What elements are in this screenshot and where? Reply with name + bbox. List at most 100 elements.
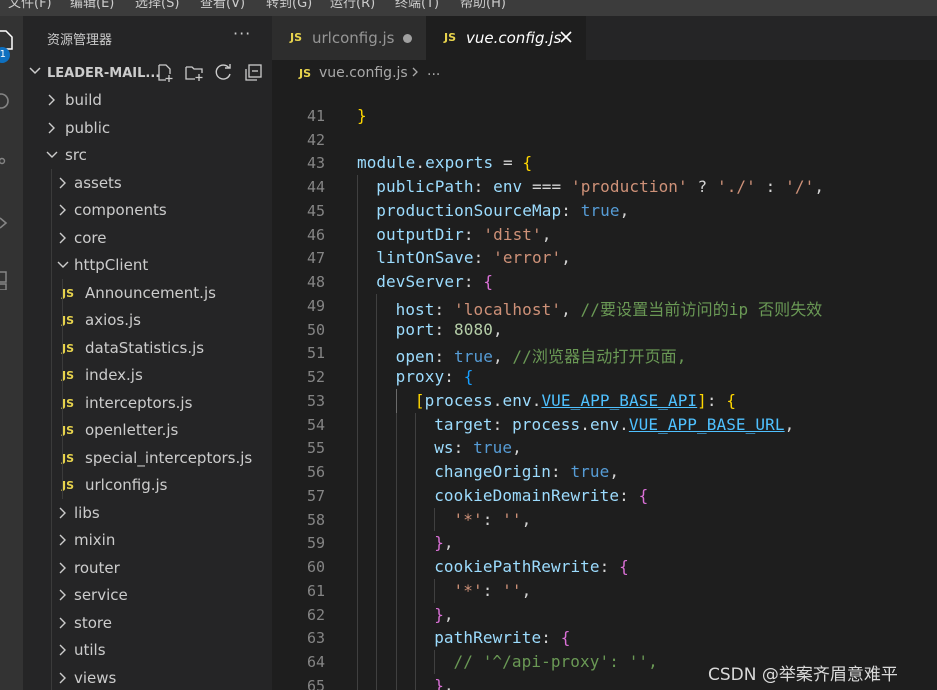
code-token: , <box>609 462 620 481</box>
tab-urlconfig[interactable]: JS urlconfig.js <box>272 16 426 60</box>
indent-guide <box>395 673 397 690</box>
new-folder-icon[interactable] <box>184 63 204 83</box>
code-line[interactable]: 42 <box>272 128 937 152</box>
folder-item[interactable]: public <box>23 115 272 143</box>
code-token: { <box>638 485 649 505</box>
folder-label: build <box>65 91 102 109</box>
code-line[interactable]: 44 publicPath: env === 'production' ? './… <box>272 175 937 199</box>
menu-item[interactable]: 运行(R) <box>330 0 375 11</box>
code-token: } <box>434 604 444 624</box>
code-line[interactable]: 50 port: 8080, <box>272 317 937 342</box>
code-line[interactable]: 57 cookieDomainRewrite: { <box>272 483 937 508</box>
file-item[interactable]: JS interceptors.js <box>23 390 272 418</box>
source-control-icon[interactable] <box>0 150 14 172</box>
menu-item[interactable]: 编辑(E) <box>70 0 114 11</box>
unsaved-dot-icon[interactable] <box>403 34 412 43</box>
tab-vue-config[interactable]: JS vue.config.js <box>426 16 586 60</box>
menu-item[interactable]: 文件(F) <box>8 0 52 11</box>
code-line[interactable]: 58 '*': '', <box>272 507 937 532</box>
folder-item[interactable]: libs <box>23 500 272 528</box>
folder-item[interactable]: httpClient <box>23 252 272 280</box>
code-line[interactable]: 43 module.exports = { <box>272 151 937 175</box>
menu-item[interactable]: 终端(T) <box>395 0 439 11</box>
code-line[interactable]: 55 ws: true, <box>272 436 937 460</box>
code-line[interactable]: 61 '*': '', <box>272 578 937 603</box>
code-line[interactable]: 46 outputDir: 'dist', <box>272 222 937 247</box>
code-line[interactable]: 53 [process.env.VUE_APP_BASE_API]: { <box>272 388 937 413</box>
refresh-icon[interactable] <box>214 63 234 83</box>
code-line[interactable] <box>272 88 937 104</box>
file-label: axios.js <box>85 311 141 329</box>
code-line[interactable]: 59}, <box>272 531 937 555</box>
code-line[interactable]: 62}, <box>272 602 937 627</box>
folder-item[interactable]: components <box>23 197 272 225</box>
code-line[interactable]: 45 productionSourceMap: true, <box>272 198 937 223</box>
indent-guide <box>414 436 416 460</box>
more-actions-button[interactable]: ··· <box>233 24 251 43</box>
code-line[interactable]: 47 lintOnSave: 'error', <box>272 246 937 270</box>
line-number: 42 <box>306 130 325 149</box>
code-line[interactable]: 60 cookiePathRewrite: { <box>272 555 937 579</box>
folder-item[interactable]: src <box>23 142 272 170</box>
extensions-icon[interactable] <box>0 268 14 290</box>
code-text: open: true, //浏览器自动打开页面, <box>396 343 687 367</box>
menu-item[interactable]: 转到(G) <box>266 0 312 11</box>
code-token: : <box>473 177 494 196</box>
file-item[interactable]: JS openletter.js <box>23 417 272 445</box>
menu-item[interactable]: 帮助(H) <box>460 0 506 11</box>
code-line[interactable]: 41} <box>272 104 937 128</box>
indent-guide <box>357 222 358 247</box>
file-item[interactable]: JS axios.js <box>23 307 272 335</box>
project-root[interactable]: LEADER-MAIL... <box>23 60 272 87</box>
folder-item[interactable]: service <box>23 582 272 610</box>
file-item[interactable]: JS index.js <box>23 362 272 390</box>
code-line[interactable]: 56 changeOrigin: true, <box>272 460 937 484</box>
code-line[interactable]: 63 pathRewrite: { <box>272 626 937 650</box>
indent-guide <box>376 602 378 627</box>
folder-item[interactable]: router <box>23 555 272 583</box>
file-item[interactable]: JS dataStatistics.js <box>23 335 272 363</box>
chevron-right-icon <box>412 67 418 77</box>
line-number: 65 <box>306 676 325 690</box>
search-icon[interactable] <box>0 90 14 112</box>
folder-item[interactable]: views <box>23 665 272 690</box>
file-item[interactable]: JS special_interceptors.js <box>23 445 272 473</box>
folder-item[interactable]: store <box>23 610 272 638</box>
js-file-icon: JS <box>290 31 303 44</box>
code-line[interactable]: 51 open: true, //浏览器自动打开页面, <box>272 341 937 367</box>
code-line[interactable]: 48 devServer: { <box>272 270 937 294</box>
folder-item[interactable]: core <box>23 225 272 253</box>
folder-label: public <box>65 118 111 137</box>
indent-guide <box>434 578 436 603</box>
code-text: '*': '', <box>454 581 532 600</box>
indent-guide <box>376 531 378 555</box>
code-token: : <box>492 414 513 434</box>
indent-guide <box>395 483 397 508</box>
indent-guide <box>414 602 416 627</box>
code-line[interactable]: 54 target: process.env.VUE_APP_BASE_URL, <box>272 412 937 437</box>
code-text: publicPath: env === 'production' ? './' … <box>376 177 824 196</box>
breadcrumb-symbol[interactable]: ... <box>427 63 440 79</box>
menu-item[interactable]: 选择(S) <box>135 0 179 11</box>
folder-item[interactable]: build <box>23 87 272 115</box>
code-token: : <box>434 299 454 319</box>
code-token: { <box>619 557 629 576</box>
run-debug-icon[interactable] <box>0 212 14 234</box>
folder-item[interactable]: assets <box>23 170 272 198</box>
code-editor[interactable]: 41} 42 43 module.exports = {44 publicPath: e… <box>272 88 937 690</box>
menu-item[interactable]: 查看(V) <box>200 0 245 11</box>
code-line[interactable]: 49 host: 'localhost', //要设置当前访问的ip 否则失效 <box>272 293 937 319</box>
file-item[interactable]: JS Announcement.js <box>23 280 272 308</box>
code-line[interactable]: 52 proxy: { <box>272 365 937 389</box>
close-icon[interactable] <box>559 30 573 44</box>
code-token: . <box>619 414 629 434</box>
code-token: : <box>434 319 454 339</box>
new-file-icon[interactable] <box>155 63 175 83</box>
file-item[interactable]: JS urlconfig.js <box>23 472 272 500</box>
folder-item[interactable]: mixin <box>23 527 272 555</box>
code-token: : <box>561 200 581 220</box>
folder-item[interactable]: utils <box>23 637 272 665</box>
breadcrumb-file[interactable]: vue.config.js <box>319 65 408 81</box>
collapse-all-icon[interactable] <box>244 63 264 83</box>
